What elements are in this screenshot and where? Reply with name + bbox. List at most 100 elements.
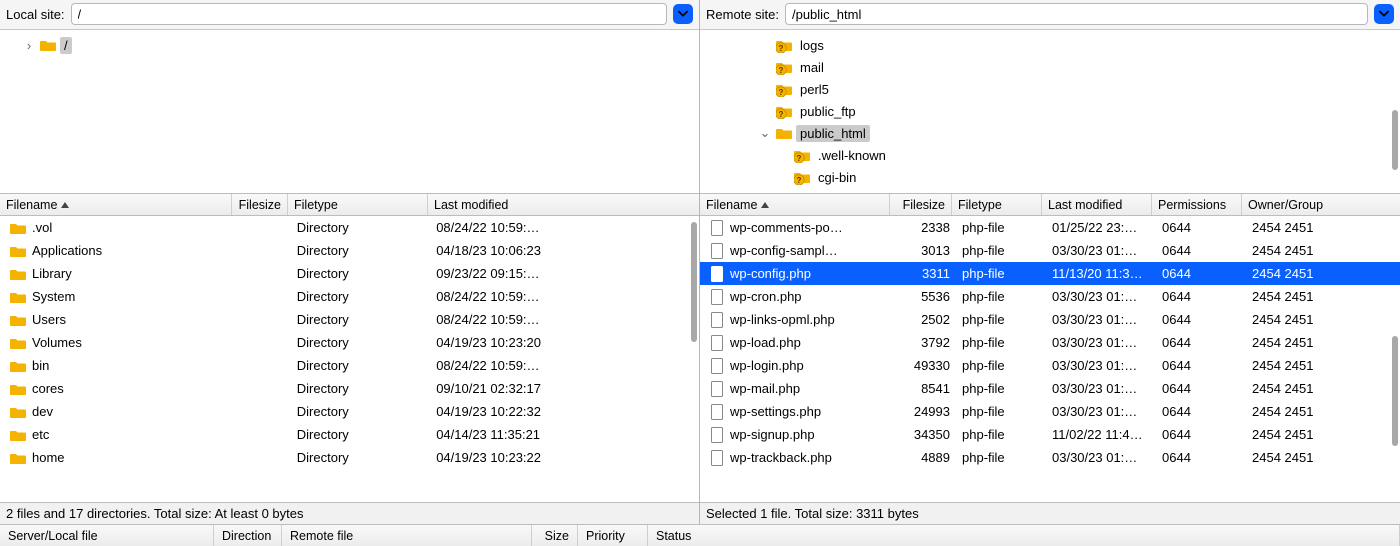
filesize: 3311 (894, 266, 956, 281)
col-owner[interactable]: Owner/Group (1242, 194, 1360, 215)
local-path-input[interactable] (71, 3, 667, 25)
owner-group: 2454 2451 (1246, 289, 1364, 304)
file-icon (710, 404, 724, 420)
last-modified: 08/24/22 10:59:… (430, 289, 699, 304)
filesize: 3013 (894, 243, 956, 258)
col-filename[interactable]: Filename (700, 194, 890, 215)
table-row[interactable]: wp-config-sampl…3013php-file03/30/23 01:… (700, 239, 1400, 262)
table-row[interactable]: wp-links-opml.php2502php-file03/30/23 01… (700, 308, 1400, 331)
qcol-server-local[interactable]: Server/Local file (0, 525, 214, 546)
table-row[interactable]: wp-load.php3792php-file03/30/23 01:…0644… (700, 331, 1400, 354)
col-last-modified[interactable]: Last modified (1042, 194, 1152, 215)
qcol-remote-file[interactable]: Remote file (282, 525, 532, 546)
last-modified: 03/30/23 01:… (1046, 381, 1156, 396)
table-row[interactable]: SystemDirectory08/24/22 10:59:… (0, 285, 699, 308)
filename: Applications (32, 243, 102, 258)
local-tree[interactable]: ›/ (0, 30, 699, 194)
tree-item[interactable]: logs (704, 34, 1400, 56)
file-icon (710, 289, 724, 305)
filename: wp-settings.php (730, 404, 821, 419)
table-row[interactable]: wp-trackback.php4889php-file03/30/23 01:… (700, 446, 1400, 469)
table-row[interactable]: wp-mail.php8541php-file03/30/23 01:…0644… (700, 377, 1400, 400)
scrollbar-thumb[interactable] (1392, 336, 1398, 446)
file-icon (710, 312, 724, 328)
remote-tree[interactable]: logsmailperl5public_ftp ⌄ public_html .well… (700, 30, 1400, 194)
qcol-size[interactable]: Size (532, 525, 578, 546)
folder-icon (10, 405, 26, 419)
local-table-header[interactable]: Filename Filesize Filetype Last modified (0, 194, 699, 216)
chevron-down-icon[interactable]: ⌄ (758, 125, 772, 141)
table-row[interactable]: LibraryDirectory09/23/22 09:15:… (0, 262, 699, 285)
filetype: Directory (291, 266, 430, 281)
remote-path-input[interactable] (785, 3, 1368, 25)
table-row[interactable]: wp-cron.php5536php-file03/30/23 01:…0644… (700, 285, 1400, 308)
col-filetype[interactable]: Filetype (288, 194, 428, 215)
permissions: 0644 (1156, 381, 1246, 396)
table-row[interactable]: binDirectory08/24/22 10:59:… (0, 354, 699, 377)
table-row[interactable]: wp-comments-po…2338php-file01/25/22 23:…… (700, 216, 1400, 239)
chevron-right-icon[interactable]: › (22, 38, 36, 53)
table-row[interactable]: etcDirectory04/14/23 11:35:21 (0, 423, 699, 446)
owner-group: 2454 2451 (1246, 450, 1364, 465)
local-path-dropdown[interactable] (673, 4, 693, 24)
file-icon (710, 220, 724, 236)
local-pane: Local site: ›/ Filename Filesize Filetyp… (0, 0, 700, 524)
transfer-queue-header[interactable]: Server/Local file Direction Remote file … (0, 524, 1400, 546)
remote-path-dropdown[interactable] (1374, 4, 1394, 24)
filetype: php-file (956, 220, 1046, 235)
file-icon (710, 243, 724, 259)
col-filesize[interactable]: Filesize (890, 194, 952, 215)
table-row[interactable]: wp-config.php3311php-file11/13/20 11:3…0… (700, 262, 1400, 285)
tree-item[interactable]: ›/ (4, 34, 699, 56)
tree-item[interactable]: public_ftp (704, 100, 1400, 122)
table-row[interactable]: coresDirectory09/10/21 02:32:17 (0, 377, 699, 400)
table-row[interactable]: wp-settings.php24993php-file03/30/23 01:… (700, 400, 1400, 423)
tree-item[interactable]: ⌄ public_html (704, 122, 1400, 144)
local-file-list[interactable]: .volDirectory08/24/22 10:59:…Application… (0, 216, 699, 502)
filename: Volumes (32, 335, 82, 350)
col-filename[interactable]: Filename (0, 194, 232, 215)
tree-item[interactable]: perl5 (704, 78, 1400, 100)
col-permissions[interactable]: Permissions (1152, 194, 1242, 215)
tree-item[interactable]: .well-known (704, 144, 1400, 166)
filename: wp-cron.php (730, 289, 802, 304)
tree-item-label: public_html (796, 125, 870, 142)
table-row[interactable]: UsersDirectory08/24/22 10:59:… (0, 308, 699, 331)
last-modified: 01/25/22 23:… (1046, 220, 1156, 235)
filename: wp-links-opml.php (730, 312, 835, 327)
table-row[interactable]: VolumesDirectory04/19/23 10:23:20 (0, 331, 699, 354)
table-row[interactable]: devDirectory04/19/23 10:22:32 (0, 400, 699, 423)
filename: cores (32, 381, 64, 396)
filename: wp-login.php (730, 358, 804, 373)
remote-table-header[interactable]: Filename Filesize Filetype Last modified… (700, 194, 1400, 216)
table-row[interactable]: wp-signup.php34350php-file11/02/22 11:4…… (700, 423, 1400, 446)
remote-file-list[interactable]: wp-comments-po…2338php-file01/25/22 23:…… (700, 216, 1400, 502)
permissions: 0644 (1156, 243, 1246, 258)
table-row[interactable]: homeDirectory04/19/23 10:23:22 (0, 446, 699, 469)
filesize: 24993 (894, 404, 956, 419)
qcol-status[interactable]: Status (648, 525, 1400, 546)
col-filesize[interactable]: Filesize (232, 194, 288, 215)
col-filetype[interactable]: Filetype (952, 194, 1042, 215)
filetype: Directory (291, 289, 430, 304)
table-row[interactable]: ApplicationsDirectory04/18/23 10:06:23 (0, 239, 699, 262)
permissions: 0644 (1156, 427, 1246, 442)
scrollbar-thumb[interactable] (691, 222, 697, 342)
file-icon (710, 427, 724, 443)
filetype: php-file (956, 289, 1046, 304)
folder-unknown-icon (794, 169, 810, 185)
last-modified: 03/30/23 01:… (1046, 335, 1156, 350)
col-last-modified[interactable]: Last modified (428, 194, 698, 215)
tree-item[interactable]: cgi-bin (704, 166, 1400, 188)
tree-item[interactable]: mail (704, 56, 1400, 78)
last-modified: 04/19/23 10:22:32 (430, 404, 699, 419)
filesize: 2502 (894, 312, 956, 327)
last-modified: 04/19/23 10:23:20 (430, 335, 699, 350)
table-row[interactable]: wp-login.php49330php-file03/30/23 01:…06… (700, 354, 1400, 377)
scrollbar-thumb[interactable] (1392, 110, 1398, 170)
table-row[interactable]: .volDirectory08/24/22 10:59:… (0, 216, 699, 239)
filename: wp-comments-po… (730, 220, 843, 235)
qcol-direction[interactable]: Direction (214, 525, 282, 546)
qcol-priority[interactable]: Priority (578, 525, 648, 546)
filename: wp-mail.php (730, 381, 800, 396)
